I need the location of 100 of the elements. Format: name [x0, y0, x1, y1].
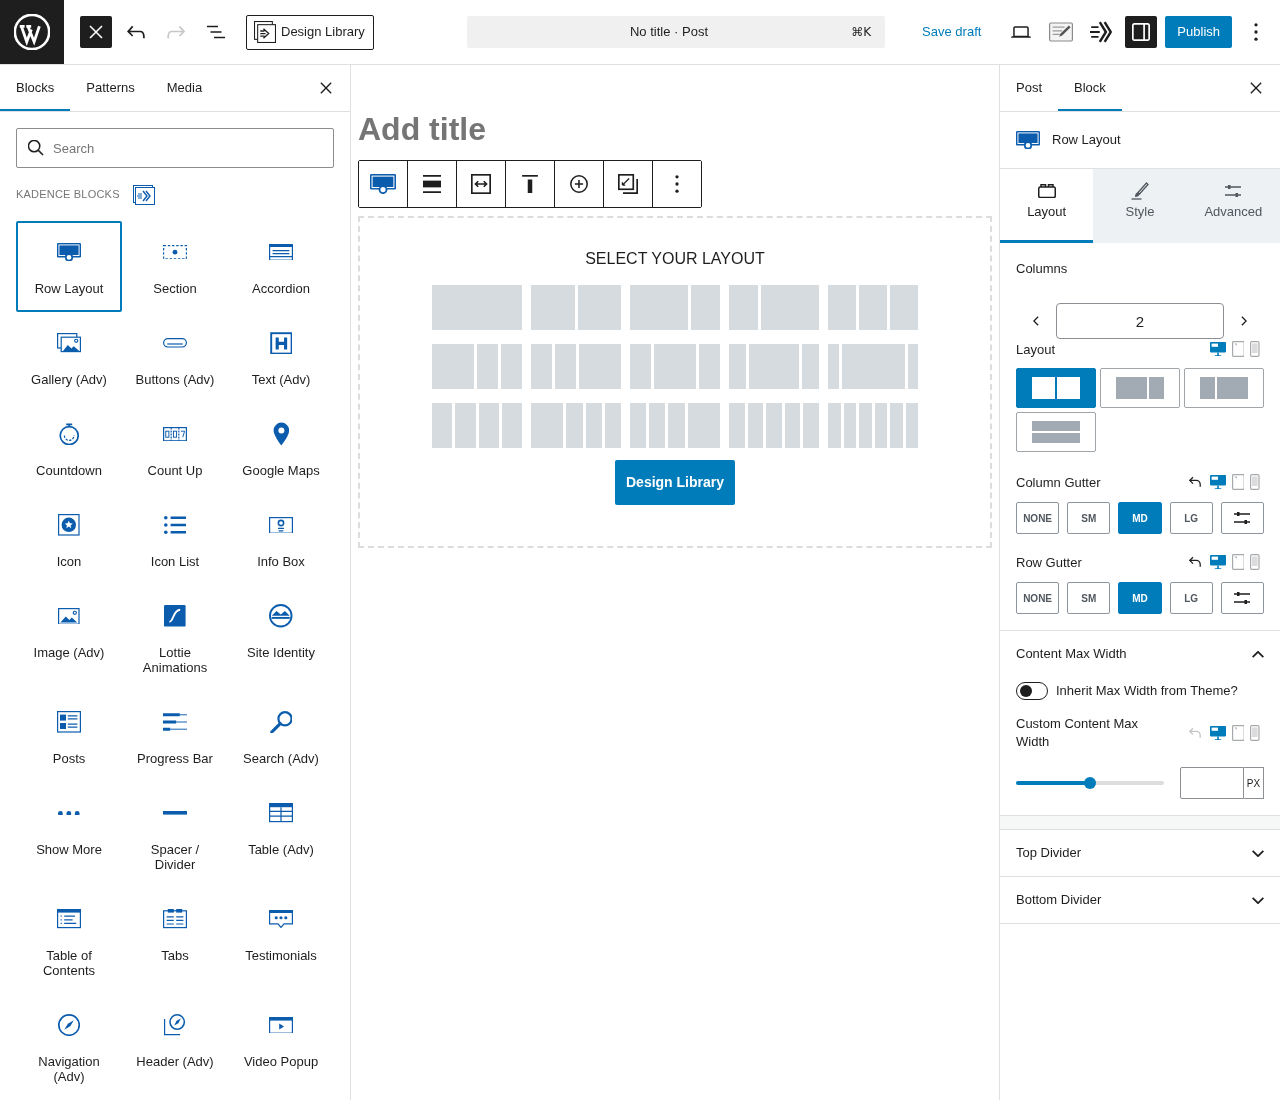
desktop-icon[interactable] — [1209, 554, 1226, 570]
layout-thumbnail[interactable] — [432, 344, 522, 389]
input-field[interactable] — [1180, 767, 1244, 799]
block-item[interactable]: Table (Adv) — [228, 782, 334, 888]
layout-thumbnail[interactable] — [531, 344, 621, 389]
block-item[interactable]: Icon List — [122, 494, 228, 585]
search-field[interactable]: Search — [16, 128, 334, 168]
layout-thumbnail[interactable] — [432, 285, 522, 330]
block-item[interactable]: Search (Adv) — [228, 691, 334, 782]
block-item[interactable]: Video Popup — [228, 994, 334, 1100]
layout-option[interactable] — [1016, 368, 1096, 408]
design-library-button[interactable]: Design Library — [246, 14, 374, 50]
block-item[interactable]: Image (Adv) — [16, 585, 122, 691]
layout-thumbnail[interactable] — [729, 344, 819, 389]
speech-bubble-icon — [269, 910, 293, 928]
block-item[interactable]: Count Up — [122, 403, 228, 494]
layout-thumbnail[interactable] — [630, 403, 720, 448]
desktop-icon[interactable] — [1209, 725, 1226, 741]
panel-tab[interactable]: Blocks — [0, 65, 71, 111]
block-item[interactable]: Tabs — [122, 888, 228, 994]
gutter-option[interactable]: LG — [1169, 502, 1213, 534]
toolbar-button[interactable] — [359, 161, 408, 207]
phone-icon[interactable] — [1250, 341, 1260, 357]
tablet-icon[interactable] — [1231, 474, 1245, 490]
block-item[interactable]: Navigation (Adv) — [16, 994, 122, 1100]
align-top-icon — [522, 175, 538, 193]
settings-tab[interactable]: Advanced — [1186, 169, 1280, 243]
panel-tab[interactable]: Media — [150, 65, 219, 111]
publish-button[interactable]: Publish — [1165, 16, 1232, 48]
toggle-label: Inherit Max Width from Theme? — [1056, 682, 1238, 701]
layout-option[interactable] — [1184, 368, 1264, 408]
sidebar-tab[interactable]: Block — [1058, 65, 1122, 111]
block-item[interactable]: Posts — [16, 691, 122, 782]
layout-thumbnail[interactable] — [729, 285, 819, 330]
block-item[interactable]: Site Identity — [228, 585, 334, 691]
desktop-icon[interactable] — [1209, 341, 1226, 357]
close-inserter-button[interactable] — [80, 16, 112, 48]
layout-option[interactable] — [1100, 368, 1180, 408]
layout-thumbnail[interactable] — [630, 344, 720, 389]
columns-input[interactable]: 2 — [1056, 303, 1224, 339]
settings-button[interactable] — [1125, 16, 1158, 48]
layout-thumbnail[interactable] — [828, 403, 918, 448]
tablet-icon[interactable] — [1231, 341, 1245, 357]
gutter-option[interactable]: SM — [1067, 582, 1111, 614]
block-item[interactable]: Spacer / Divider — [122, 782, 228, 888]
custom-gutter-button[interactable] — [1220, 582, 1264, 614]
block-item[interactable]: Countdown — [16, 403, 122, 494]
save-draft-button[interactable]: Save draft — [916, 16, 988, 48]
sidebar-tab[interactable]: Post — [1000, 65, 1058, 111]
block-item[interactable]: Text (Adv) — [228, 312, 334, 403]
design-library-button[interactable]: Design Library — [615, 460, 735, 505]
layout-thumbnail[interactable] — [531, 403, 621, 448]
block-item[interactable]: Accordion — [228, 221, 334, 312]
block-item[interactable]: Progress Bar — [122, 691, 228, 782]
title-field[interactable]: Add title — [358, 109, 992, 149]
gutter-option[interactable]: LG — [1169, 582, 1213, 614]
reset-arrow-icon[interactable] — [1188, 476, 1201, 488]
phone-icon[interactable] — [1250, 725, 1260, 741]
gallery-icon — [57, 333, 81, 353]
settings-tab[interactable]: Style — [1093, 169, 1187, 243]
block-item[interactable]: Row Layout — [16, 221, 122, 312]
layout-thumbnail[interactable] — [828, 285, 918, 330]
gutter-option[interactable]: MD — [1118, 582, 1162, 614]
reset-arrow-icon[interactable] — [1188, 556, 1201, 568]
tablet-icon[interactable] — [1231, 554, 1245, 570]
field-label: Columns — [1016, 261, 1069, 276]
star-badge-icon — [58, 514, 80, 536]
info-card-icon — [269, 516, 293, 534]
block-item[interactable]: Buttons (Adv) — [122, 312, 228, 403]
block-item[interactable]: Google Maps — [228, 403, 334, 494]
gutter-option[interactable]: MD — [1118, 502, 1162, 534]
gutter-option[interactable]: SM — [1067, 502, 1111, 534]
layout-option[interactable] — [1016, 412, 1096, 452]
block-item[interactable]: Testimonials — [228, 888, 334, 994]
tablet-icon[interactable] — [1231, 725, 1245, 741]
panel-tab[interactable]: Patterns — [70, 65, 151, 111]
layout-thumbnail[interactable] — [432, 403, 522, 448]
block-item[interactable]: Section — [122, 221, 228, 312]
block-item[interactable]: Info Box — [228, 494, 334, 585]
layout-thumbnail[interactable] — [828, 344, 918, 389]
gutter-option[interactable]: NONE — [1016, 502, 1060, 534]
block-item[interactable]: Gallery (Adv) — [16, 312, 122, 403]
phone-icon[interactable] — [1250, 474, 1260, 490]
block-item[interactable]: Header (Adv) — [122, 994, 228, 1100]
block-item[interactable]: Lottie Animations — [122, 585, 228, 691]
list-view-icon — [207, 23, 225, 41]
block-item[interactable]: Show More — [16, 782, 122, 888]
custom-gutter-button[interactable] — [1220, 502, 1264, 534]
phone-icon[interactable] — [1250, 554, 1260, 570]
desktop-icon[interactable] — [1209, 474, 1226, 490]
logo-icon[interactable] — [14, 14, 50, 50]
layout-thumbnail[interactable] — [531, 285, 621, 330]
gutter-option[interactable]: NONE — [1016, 582, 1060, 614]
toggle-switch[interactable] — [1016, 682, 1048, 700]
layout-thumbnail[interactable] — [729, 403, 819, 448]
block-item[interactable]: Table of Contents — [16, 888, 122, 994]
layout-thumbnail[interactable] — [630, 285, 720, 330]
slider-handle[interactable] — [1084, 777, 1096, 789]
block-item[interactable]: Icon — [16, 494, 122, 585]
command-bar[interactable]: No title · Post ⌘K — [467, 16, 885, 48]
